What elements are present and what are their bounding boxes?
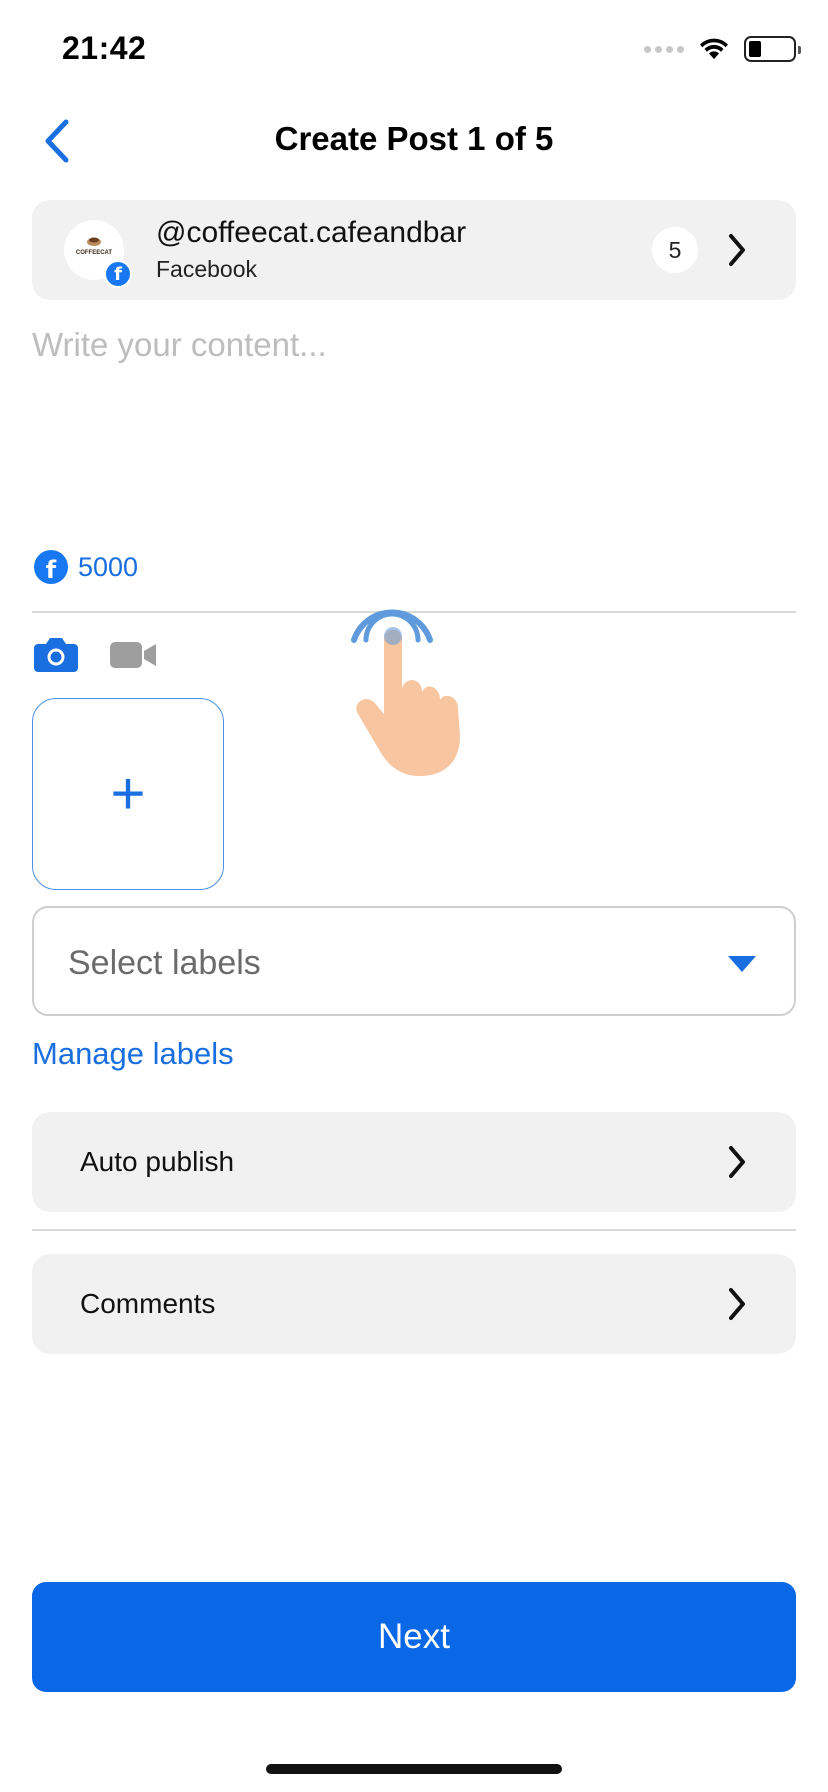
status-icons bbox=[644, 36, 801, 62]
camera-icon[interactable] bbox=[34, 636, 78, 672]
page-title: Create Post 1 of 5 bbox=[274, 120, 554, 157]
character-counter: f 5000 bbox=[34, 550, 138, 584]
avatar-logo-text: COFFEECAT bbox=[75, 250, 113, 256]
auto-publish-label: Auto publish bbox=[80, 1146, 235, 1177]
wifi-icon bbox=[700, 38, 728, 59]
auto-publish-row[interactable]: Auto publish bbox=[32, 1112, 796, 1212]
status-time: 21:42 bbox=[62, 30, 147, 66]
content-input[interactable] bbox=[32, 326, 796, 526]
character-count-value: 5000 bbox=[78, 551, 139, 582]
add-media-button[interactable]: + bbox=[32, 698, 224, 890]
account-selector-card[interactable]: COFFEECAT f @coffeecat.cafeandbar Facebo… bbox=[32, 200, 796, 300]
video-camera-icon[interactable] bbox=[110, 640, 158, 670]
account-handle: @coffeecat.cafeandbar bbox=[156, 216, 467, 249]
tap-gesture-hand-icon bbox=[351, 609, 460, 776]
comments-label: Comments bbox=[80, 1288, 216, 1319]
account-platform: Facebook bbox=[156, 256, 258, 282]
home-indicator[interactable] bbox=[266, 1764, 562, 1774]
next-button[interactable]: Next bbox=[32, 1582, 796, 1692]
comments-row[interactable]: Comments bbox=[32, 1254, 796, 1354]
select-labels-placeholder: Select labels bbox=[68, 944, 261, 982]
account-avatar: COFFEECAT f bbox=[64, 220, 132, 288]
plus-icon: + bbox=[110, 760, 146, 827]
facebook-icon: f bbox=[34, 550, 68, 584]
facebook-badge-icon: f bbox=[104, 260, 132, 288]
battery-icon bbox=[744, 36, 801, 62]
caret-down-icon bbox=[728, 956, 756, 972]
select-labels-dropdown[interactable]: Select labels bbox=[32, 906, 796, 1016]
coffee-cup-logo-icon bbox=[87, 237, 101, 246]
cellular-signal-icon bbox=[644, 45, 684, 53]
divider bbox=[32, 1229, 796, 1231]
chevron-right-icon bbox=[729, 1288, 745, 1320]
chevron-right-icon bbox=[729, 1146, 745, 1178]
status-bar: 21:42 bbox=[0, 0, 828, 100]
chevron-right-icon bbox=[729, 234, 745, 266]
account-count-badge: 5 bbox=[652, 227, 698, 273]
manage-labels-link[interactable]: Manage labels bbox=[32, 1036, 234, 1072]
